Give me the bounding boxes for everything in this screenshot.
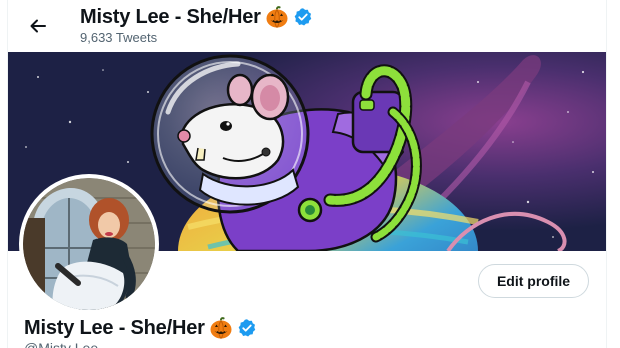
pumpkin-icon bbox=[209, 316, 233, 340]
edit-profile-button[interactable]: Edit profile bbox=[478, 264, 589, 298]
tweet-count: 9,633 Tweets bbox=[80, 30, 158, 45]
right-divider bbox=[606, 0, 607, 348]
header-title: Misty Lee - She/Her bbox=[80, 4, 313, 30]
back-button[interactable] bbox=[22, 10, 54, 42]
avatar[interactable] bbox=[19, 174, 159, 314]
back-arrow-icon bbox=[28, 16, 48, 36]
profile-handle: @Misty Lee bbox=[24, 340, 99, 348]
verified-icon bbox=[237, 318, 257, 338]
verified-icon bbox=[293, 7, 313, 27]
profile-page: Misty Lee - She/Her 9,633 Tweets Edit pr… bbox=[0, 0, 620, 348]
profile-header: Misty Lee - She/Her 9,633 Tweets bbox=[8, 0, 606, 52]
header-display-name: Misty Lee - She/Her bbox=[80, 5, 261, 28]
avatar-photo bbox=[23, 178, 155, 310]
profile-name-row: Misty Lee - She/Her bbox=[24, 314, 257, 342]
pumpkin-icon bbox=[265, 5, 289, 29]
profile-display-name: Misty Lee - She/Her bbox=[24, 316, 205, 339]
